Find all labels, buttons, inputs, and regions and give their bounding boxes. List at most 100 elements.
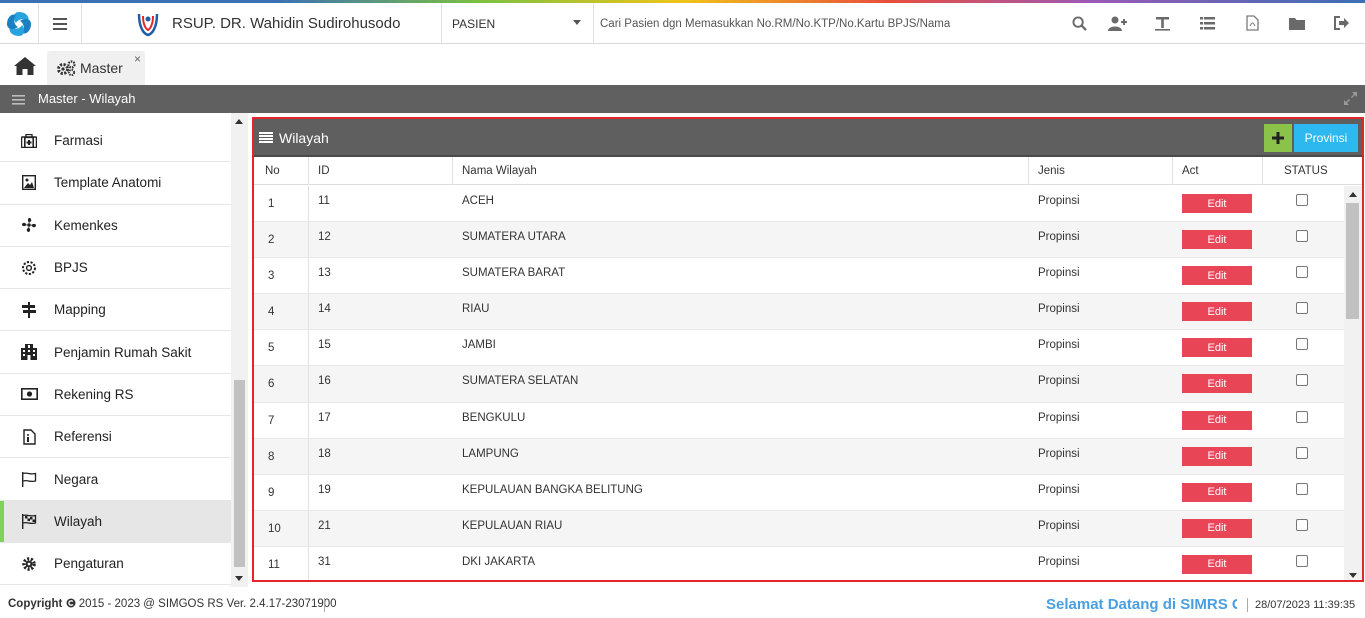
row-no: 9: [268, 486, 275, 499]
add-button[interactable]: [1264, 124, 1292, 152]
tab-master[interactable]: Master ×: [47, 51, 145, 85]
list-icon[interactable]: [1197, 13, 1217, 33]
pdf-icon[interactable]: [1242, 13, 1262, 33]
copyright-icon: [66, 598, 76, 608]
edit-button[interactable]: Edit: [1182, 266, 1252, 286]
table-header: No ID Nama Wilayah Jenis Act STATUS: [254, 157, 1362, 185]
status-checkbox[interactable]: [1296, 194, 1308, 206]
panel-title: Wilayah: [279, 130, 329, 146]
status-checkbox[interactable]: [1296, 266, 1308, 279]
tab-close-icon[interactable]: ×: [134, 52, 141, 66]
status-checkbox[interactable]: [1296, 518, 1308, 531]
home-icon[interactable]: [14, 57, 38, 77]
row-no: 4: [268, 306, 275, 319]
sidebar-scrollbar[interactable]: [231, 113, 248, 587]
column-header-id: ID: [318, 165, 330, 177]
edit-button[interactable]: Edit: [1182, 302, 1252, 322]
edit-button[interactable]: Edit: [1182, 446, 1252, 466]
edit-button[interactable]: Edit: [1182, 194, 1252, 213]
text-icon[interactable]: [1152, 13, 1172, 33]
status-checkbox[interactable]: [1296, 446, 1308, 459]
status-checkbox[interactable]: [1296, 554, 1308, 567]
column-divider: [1028, 157, 1029, 185]
status-checkbox[interactable]: [1296, 230, 1308, 243]
sidebar-item-label: Kemenkes: [54, 217, 118, 233]
hospital-logo-icon: [137, 13, 159, 36]
row-no: 2: [268, 234, 275, 247]
row-id: 17: [318, 411, 331, 424]
row-jenis: Propinsi: [1038, 339, 1080, 352]
edit-button[interactable]: Edit: [1182, 482, 1252, 502]
datetime-display: 28/07/2023 11:39:35: [1255, 599, 1356, 611]
scroll-up-icon[interactable]: [235, 119, 243, 124]
column-divider: [308, 186, 309, 580]
sidebar-item-wilayah[interactable]: Wilayah: [0, 500, 231, 543]
table-row: 1 11 ACEH Propinsi Edit: [254, 186, 1344, 223]
edit-button[interactable]: Edit: [1182, 554, 1252, 574]
row-jenis: Propinsi: [1038, 555, 1080, 568]
app-logo[interactable]: [0, 3, 39, 44]
add-user-icon[interactable]: [1107, 13, 1127, 33]
row-id: 12: [318, 231, 331, 244]
patient-type-select[interactable]: PASIEN: [442, 3, 594, 44]
row-no: 10: [268, 522, 281, 535]
scroll-down-icon[interactable]: [1349, 573, 1357, 578]
edit-button[interactable]: Edit: [1182, 230, 1252, 250]
table-row: 4 14 RIAU Propinsi Edit: [254, 294, 1344, 331]
sidebar-item-bpjs[interactable]: BPJS: [0, 247, 231, 290]
signpost-icon: [20, 301, 38, 319]
row-nama-wilayah: JAMBI: [462, 339, 496, 352]
sidebar-item-mapping[interactable]: Mapping: [0, 289, 231, 332]
status-checkbox[interactable]: [1296, 374, 1308, 387]
column-header-act: Act: [1182, 165, 1199, 177]
patient-search-input[interactable]: [600, 11, 1050, 37]
menu-toggle-button[interactable]: [39, 3, 82, 44]
table-row: 6 16 SUMATERA SELATAN Propinsi Edit: [254, 366, 1344, 403]
status-checkbox[interactable]: [1296, 302, 1308, 315]
row-jenis: Propinsi: [1038, 483, 1080, 496]
sidebar-item-label: Rekening RS: [54, 386, 134, 402]
edit-button[interactable]: Edit: [1182, 374, 1252, 394]
status-checkbox[interactable]: [1296, 482, 1308, 495]
edit-button[interactable]: Edit: [1182, 518, 1252, 538]
hamburger-icon: [53, 17, 67, 30]
sidebar-item-referensi[interactable]: Referensi: [0, 416, 231, 459]
sidebar-item-negara[interactable]: Negara: [0, 458, 231, 501]
row-id: 21: [318, 519, 331, 532]
sidebar-item-rekening-rs[interactable]: Rekening RS: [0, 374, 231, 417]
column-header-jenis: Jenis: [1038, 165, 1065, 177]
welcome-marquee: Selamat Datang di SIMRS Ga: [1046, 596, 1237, 613]
table-row: 10 21 KEPULAUAN RIAU Propinsi Edit: [254, 510, 1344, 547]
table-scrollbar[interactable]: [1344, 186, 1362, 580]
row-jenis: Propinsi: [1038, 519, 1080, 532]
settings-icon: [20, 259, 38, 277]
scroll-down-icon[interactable]: [235, 576, 243, 581]
gear-icon: [20, 555, 38, 573]
scroll-thumb[interactable]: [234, 380, 245, 567]
logout-icon[interactable]: [1332, 13, 1352, 33]
image-icon: [20, 174, 38, 192]
row-jenis: Propinsi: [1038, 447, 1080, 460]
column-header-nama-wilayah: Nama Wilayah: [462, 165, 537, 177]
sidebar-item-kemenkes[interactable]: Kemenkes: [0, 205, 231, 247]
row-id: 11: [318, 195, 330, 207]
edit-button[interactable]: Edit: [1182, 410, 1252, 430]
edit-button[interactable]: Edit: [1182, 338, 1252, 358]
sidebar-item-penjamin-rumah-sakit[interactable]: Penjamin Rumah Sakit: [0, 331, 231, 374]
search-icon[interactable]: [1069, 13, 1089, 33]
sidebar-item-template-anatomi[interactable]: Template Anatomi: [0, 162, 231, 205]
medkit-icon: [20, 132, 38, 150]
table-row: 2 12 SUMATERA UTARA Propinsi Edit: [254, 222, 1344, 259]
provinsi-button[interactable]: Provinsi: [1294, 124, 1358, 152]
copyright-details: 2015 - 2023 @ SIMGOS RS Ver. 2.4.17-2307…: [78, 598, 337, 610]
sidebar-item-pengaturan[interactable]: Pengaturan: [0, 543, 231, 586]
expand-icon[interactable]: [1344, 92, 1357, 108]
column-header-no: No: [265, 165, 280, 177]
status-checkbox[interactable]: [1296, 410, 1308, 423]
folder-icon[interactable]: [1287, 13, 1307, 33]
scroll-up-icon[interactable]: [1349, 192, 1357, 197]
status-checkbox[interactable]: [1296, 338, 1308, 351]
sidebar-toggle-icon[interactable]: [12, 94, 25, 108]
scroll-thumb[interactable]: [1346, 203, 1359, 319]
sidebar-item-farmasi[interactable]: Farmasi: [0, 120, 231, 163]
